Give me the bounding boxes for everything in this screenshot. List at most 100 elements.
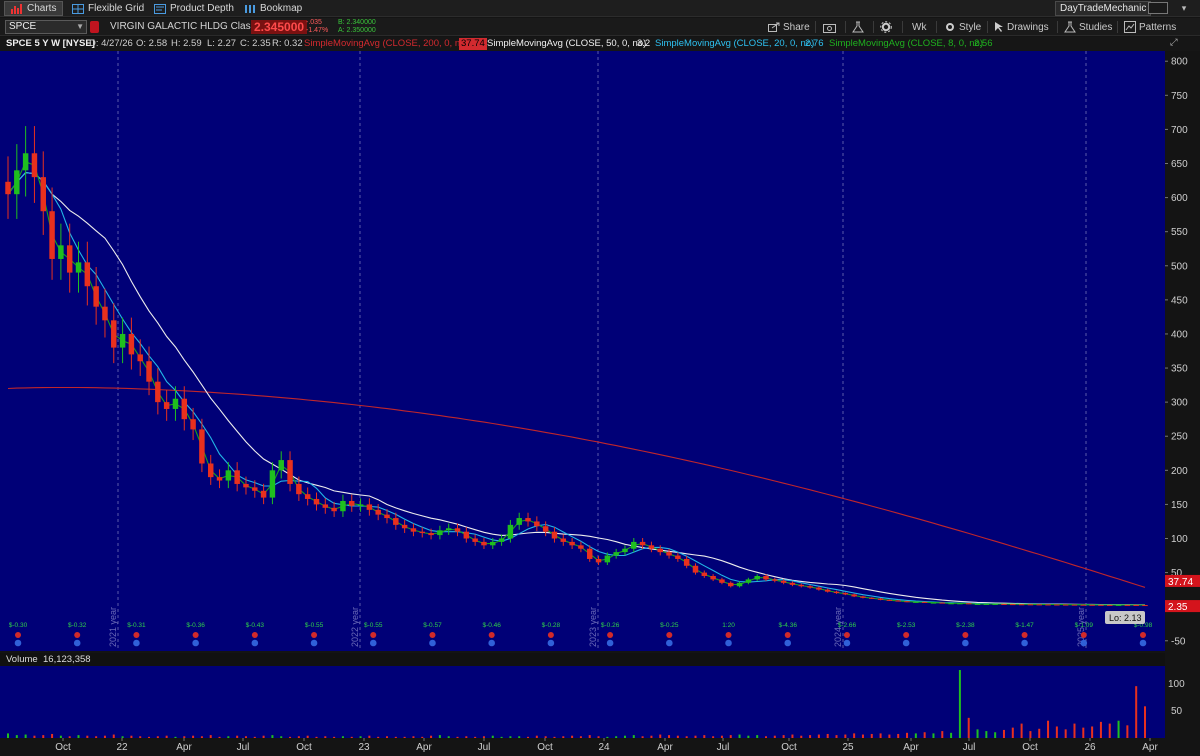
toolbar-divider: [987, 21, 988, 33]
link-color-icon[interactable]: [90, 21, 99, 33]
price-axis[interactable]: 800 750 700 650 600 550 500 450 400 350 300 250 200 1…: [1165, 51, 1200, 651]
ask-price: A: 2.350000: [338, 27, 376, 34]
candle-body: [49, 211, 55, 259]
studies-flask-icon: [1064, 21, 1076, 33]
dividend-marker-icon: [784, 639, 792, 647]
candle-body: [349, 501, 355, 506]
account-selector[interactable]: [1148, 2, 1168, 14]
price-chart-svg: 2021 year 2022 year 2023 year 2024 year 2025…: [0, 51, 1165, 651]
candle-body: [119, 333, 126, 348]
earnings-marker-icon: [192, 632, 199, 638]
sma50-label[interactable]: SimpleMovingAvg (CLOSE, 50, 0, no): [487, 38, 646, 50]
candle-body: [31, 153, 38, 178]
tab-flexible-grid[interactable]: Flexible Grid: [66, 1, 150, 16]
candle-body: [1018, 604, 1025, 606]
flask-button[interactable]: [852, 20, 864, 34]
tab-charts[interactable]: Charts: [4, 1, 64, 16]
expand-icon[interactable]: ⤢: [1170, 37, 1178, 49]
earnings-label: $-2.53: [897, 622, 916, 629]
patterns-button[interactable]: Patterns: [1124, 20, 1176, 34]
volume-bar: [1038, 728, 1041, 738]
candle-body: [965, 603, 972, 605]
dividend-marker-icon: [192, 639, 199, 647]
time-tick-label: Apr: [176, 742, 192, 753]
year-label: 2023 year: [588, 607, 598, 647]
toolbar-divider: [936, 21, 937, 33]
sma20-label[interactable]: SimpleMovingAvg (CLOSE, 20, 0, no): [655, 38, 814, 50]
candle-body: [860, 596, 866, 598]
top-tab-bar: Charts Flexible Grid Product Depth Bookm…: [0, 0, 1200, 17]
tab-label: Bookmap: [260, 3, 303, 14]
sma8-label[interactable]: SimpleMovingAvg (CLOSE, 8, 0, no): [829, 38, 983, 50]
candle-body: [22, 153, 29, 171]
earnings-label: $-0.25: [660, 622, 679, 629]
earnings-marker-icon: [784, 632, 791, 638]
dividend-marker-icon: [606, 639, 614, 647]
share-button[interactable]: Share: [768, 20, 810, 34]
volume-bar: [1020, 723, 1023, 738]
symbol-input[interactable]: SPCE ▼: [5, 20, 87, 34]
tab-product-depth[interactable]: Product Depth: [148, 1, 240, 16]
volume-bar: [1126, 725, 1129, 738]
snapshot-button[interactable]: [823, 20, 837, 34]
earnings-label: $-0.57: [423, 622, 442, 629]
drawings-button[interactable]: Drawings: [994, 20, 1049, 34]
earnings-label: $-0.28: [542, 622, 561, 629]
candle-body: [40, 177, 46, 212]
ohlc-date: D: 4/27/26: [89, 38, 133, 49]
price-tick-label: 450: [1171, 295, 1188, 306]
candle-body: [1142, 605, 1148, 607]
tab-label: Product Depth: [170, 3, 234, 14]
last-price: 2.345000: [251, 20, 308, 34]
price-tick-label: 600: [1171, 193, 1188, 204]
price-plot[interactable]: 2021 year 2022 year 2023 year 2024 year 2025…: [0, 51, 1165, 651]
volume-bar: [1091, 726, 1094, 738]
time-axis[interactable]: Oct 22 Apr Jul Oct 23 Apr Jul Oct 24 Apr Jul Oct 25 Ap…: [0, 738, 1200, 756]
tab-bookmap[interactable]: Bookmap: [238, 1, 308, 16]
earnings-marker-icon: [903, 632, 910, 638]
candle-body: [331, 507, 337, 512]
candle-body: [569, 541, 575, 546]
style-button[interactable]: Style: [944, 20, 981, 34]
candle-body: [1054, 604, 1060, 606]
candle-body: [948, 603, 954, 605]
candle-body: [763, 576, 769, 580]
candle-body: [675, 555, 681, 559]
account-name[interactable]: DayTradeMechanic: [1055, 1, 1152, 16]
candle-body: [472, 538, 478, 542]
candle-body: [728, 582, 734, 587]
year-label: 2021 year: [108, 607, 118, 647]
toolbar-divider: [1057, 21, 1058, 33]
chevron-down-icon: ▼: [76, 22, 84, 31]
earnings-label: $-1.09: [1075, 622, 1094, 629]
volume-plot[interactable]: [0, 666, 1165, 738]
ohlc-low: L: 2.27: [207, 38, 237, 49]
candle-body: [357, 504, 364, 506]
chevron-down-icon[interactable]: ▾: [1175, 1, 1193, 15]
price-tick-label: 700: [1171, 125, 1188, 136]
price-tick-label: 300: [1171, 398, 1188, 409]
candle-body: [419, 531, 425, 534]
volume-bar: [1064, 729, 1067, 738]
price-tick-label: 100: [1171, 534, 1188, 545]
dividend-marker-icon: [429, 639, 436, 647]
candle-body: [525, 518, 531, 522]
symbol-value: SPCE: [9, 21, 37, 32]
candle-body: [58, 245, 64, 259]
dividend-marker-icon: [133, 639, 140, 647]
candle-body: [780, 580, 787, 583]
bid-ask: B: 2.340000 A: 2.350000: [338, 19, 376, 35]
volume-bar: [1011, 727, 1014, 738]
time-tick-label: Jul: [717, 742, 730, 753]
candle-body: [75, 262, 82, 273]
settings-button[interactable]: [880, 20, 892, 34]
percent-change: -1.47%: [306, 27, 329, 34]
time-tick-label: 24: [598, 742, 610, 753]
studies-button[interactable]: Studies: [1064, 20, 1112, 34]
time-tick-label: Oct: [537, 742, 553, 753]
candle-body: [648, 545, 655, 549]
candle-body: [155, 381, 161, 403]
sma200-label[interactable]: SimpleMovingAvg (CLOSE, 200, 0, no): [304, 38, 469, 50]
candle-body: [710, 576, 716, 580]
timeframe-button[interactable]: Wk: [912, 20, 926, 34]
